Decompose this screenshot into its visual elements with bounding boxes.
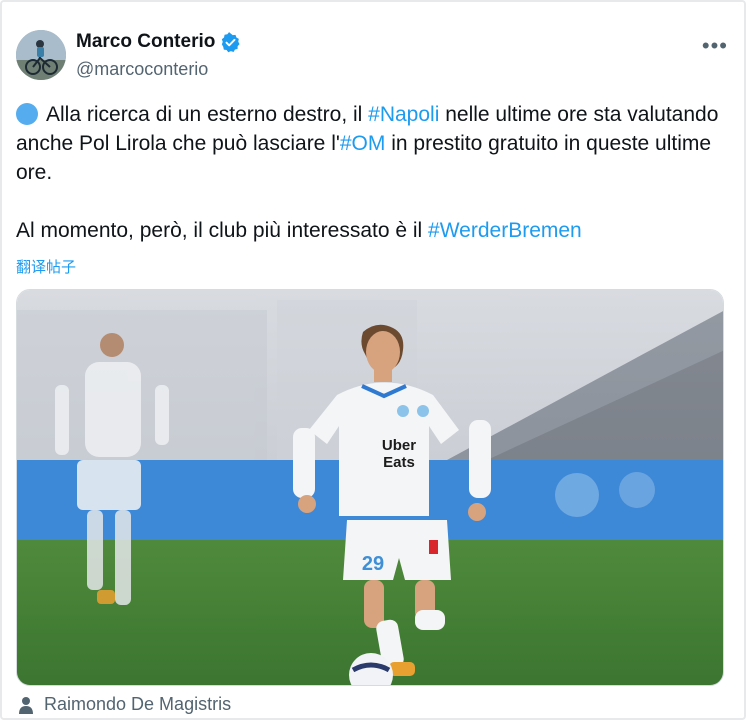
photo-credit-name: Raimondo De Magistris [44, 694, 232, 714]
person-icon [19, 696, 33, 714]
shirt-number: 29 [362, 553, 384, 575]
author-handle[interactable]: @marcoconterio [76, 59, 208, 80]
tweet-photo[interactable]: Uber Eats 29 [16, 289, 724, 686]
tweet-paragraph-2: Al momento, però, il club più interessat… [16, 216, 726, 245]
tweet-text: Alla ricerca di un esterno destro, il #N… [16, 100, 726, 245]
shirt-sponsor-line2: Eats [383, 454, 415, 471]
translate-post-link[interactable]: 翻译帖子 [16, 256, 76, 277]
tweet-paragraph-1: Alla ricerca di un esterno destro, il #N… [16, 100, 726, 187]
more-options-icon[interactable]: ••• [702, 33, 728, 59]
hashtag-link-om[interactable]: #OM [340, 132, 386, 155]
tweet-text-segment: Al momento, però, il club più interessat… [16, 219, 429, 242]
hashtag-link-napoli[interactable]: #Napoli [368, 103, 439, 126]
author-name[interactable]: Marco Conterio [76, 31, 215, 53]
verified-badge-icon [222, 31, 240, 52]
hashtag-link-werderbremen[interactable]: #WerderBremen [428, 219, 582, 242]
photo-credit[interactable]: Raimondo De Magistris [18, 694, 231, 715]
blue-circle-emoji [16, 103, 38, 125]
shirt-sponsor-line1: Uber [382, 437, 416, 454]
author-row[interactable]: Marco Conterio [76, 31, 241, 53]
avatar[interactable] [16, 30, 66, 80]
tweet-text-segment: Alla ricerca di un esterno destro, il [46, 103, 369, 126]
